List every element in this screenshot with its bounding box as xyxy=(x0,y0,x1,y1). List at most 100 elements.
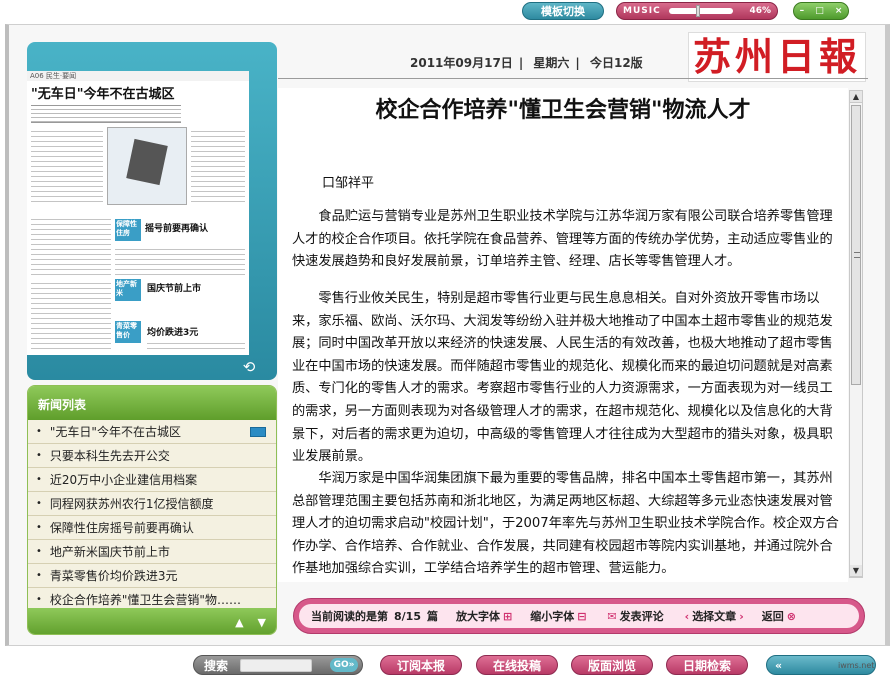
site-credit: iwms.net xyxy=(838,661,875,670)
news-list-footer: ▲ ▼ xyxy=(28,608,276,634)
issue-page-count: 今日12版 xyxy=(589,56,643,70)
comment-button[interactable]: ✉ 发表评论 xyxy=(604,608,663,624)
back-button[interactable]: 返回 ⊗ xyxy=(762,608,796,624)
article-paragraph: 华润万家是中国华润集团旗下最为重要的零售品牌，排名中国本土零售超市第一，其苏州总… xyxy=(292,471,839,577)
news-item-label: "无车日"今年不在古城区 xyxy=(49,425,181,439)
chevron-right-icon: › xyxy=(739,609,744,623)
volume-knob[interactable] xyxy=(696,5,701,17)
thumb-block-label: 地产新米 xyxy=(115,279,141,301)
double-chevron-left-icon: « xyxy=(775,658,783,672)
news-list-panel: 新闻列表 • "无车日"今年不在古城区 • 只要本科生先去开公交 • 近20万中小企业… xyxy=(27,385,277,635)
thumb-map-image xyxy=(107,127,187,205)
issue-weekday: 星期六 xyxy=(533,56,570,70)
bullet-icon: • xyxy=(36,474,42,485)
restore-icon[interactable]: □ xyxy=(815,6,824,16)
newspaper-logo: 苏州日報 xyxy=(688,32,866,82)
thumb-block-label: 保障性住房 xyxy=(115,219,141,241)
bullet-icon: • xyxy=(36,450,42,461)
reading-position-label: 当前阅读的是第 xyxy=(311,610,388,623)
volume-slider[interactable] xyxy=(668,5,733,17)
news-list-item[interactable]: • 只要本科生先去开公交 xyxy=(28,444,276,468)
date-search-button[interactable]: 日期检索 xyxy=(666,655,748,675)
minus-icon: ⊟ xyxy=(577,609,587,623)
zoom-in-button[interactable]: 放大字体 ⊞ xyxy=(456,608,512,624)
thumb-headline: "无车日"今年不在古城区 xyxy=(31,87,175,102)
news-list-item[interactable]: • "无车日"今年不在古城区 xyxy=(28,420,276,444)
article-paragraph: 食品贮运与营销专业是苏州卫生职业技术学院与江苏华润万家有限公司联合培养零售管理人… xyxy=(292,209,833,270)
reading-position-unit: 篇 xyxy=(426,610,438,623)
news-list-title: 新闻列表 xyxy=(28,386,276,420)
volume-percent: 46% xyxy=(749,6,771,16)
news-item-label: 地产新米国庆节前上市 xyxy=(49,545,170,559)
window-controls: – □ × xyxy=(793,2,849,20)
thumb-text-block xyxy=(115,245,245,275)
mail-icon: ✉ xyxy=(607,609,617,623)
minimize-icon[interactable]: – xyxy=(800,6,805,16)
reading-toolbar: 当前阅读的是第 8/15 篇 放大字体 ⊞ 缩小字体 ⊟ ✉ 发表评论 ‹ 选择文章 › … xyxy=(293,598,865,634)
music-control[interactable]: MUSIC 46% xyxy=(616,2,778,20)
news-item-label: 只要本科生先去开公交 xyxy=(49,449,170,463)
search-label: 搜索 xyxy=(204,658,229,673)
news-list-item[interactable]: • 青菜零售价均价跌进3元 xyxy=(28,564,276,588)
template-switch-button[interactable]: 模板切换 xyxy=(522,2,604,20)
search-input[interactable] xyxy=(240,658,313,672)
news-item-label: 近20万中小企业建信用档案 xyxy=(49,473,198,487)
news-item-label: 同程网获苏州农行1亿授信额度 xyxy=(49,497,214,511)
news-list-item[interactable]: • 近20万中小企业建信用档案 xyxy=(28,468,276,492)
news-item-label: 校企合作培养"懂卫生会营销"物…… xyxy=(49,593,241,607)
article-byline: 口邹祥平 xyxy=(322,176,375,191)
subscribe-button[interactable]: 订阅本报 xyxy=(380,655,462,675)
music-label: MUSIC xyxy=(623,6,661,16)
scrollbar-thumb[interactable] xyxy=(851,105,861,385)
refresh-icon[interactable]: ⟲ xyxy=(238,358,260,376)
bottom-toolbar: 搜索 GO» 订阅本报 在线投稿 版面浏览 日期检索 « xyxy=(0,650,892,677)
bullet-icon: • xyxy=(36,594,42,605)
browse-pages-button[interactable]: 版面浏览 xyxy=(571,655,653,675)
plus-icon: ⊞ xyxy=(502,609,513,623)
thumb-block-label: 青菜零售价 xyxy=(115,321,141,343)
close-icon: ⊗ xyxy=(786,609,796,623)
news-list-item[interactable]: • 同程网获苏州农行1亿授信额度 xyxy=(28,492,276,516)
bullet-icon: • xyxy=(36,570,42,581)
date-line: 2011年09月17日 | 星期六 | 今日12版 xyxy=(410,56,643,70)
thumb-text-block xyxy=(191,127,245,205)
search-bar: 搜索 GO» xyxy=(193,655,363,675)
page-thumbnail[interactable]: A06 民生·要闻 "无车日"今年不在古城区 保障性住房 摇号前要再确认 地产新… xyxy=(27,71,249,355)
bullet-icon: • xyxy=(36,546,42,557)
news-list-item[interactable]: • 地产新米国庆节前上市 xyxy=(28,540,276,564)
article-paragraph: 零售行业攸关民生，特别是超市零售行业更与民生息息相关。自对外资放开零售市场以来，… xyxy=(292,291,833,465)
scroll-up-arrow-icon[interactable]: ▲ xyxy=(850,91,862,103)
news-item-label: 青菜零售价均价跌进3元 xyxy=(49,569,178,583)
thumb-text-block xyxy=(31,215,111,275)
article-body: 校企合作培养"懂卫生会营销"物流人才 口邹祥平 食品贮运与营销专业是苏州卫生职业… xyxy=(278,88,848,582)
article-title: 校企合作培养"懂卫生会营销"物流人才 xyxy=(375,98,751,123)
header-divider xyxy=(278,78,868,79)
thumb-page-label: A06 民生·要闻 xyxy=(27,71,249,81)
bullet-icon: • xyxy=(36,522,42,533)
submit-article-button[interactable]: 在线投稿 xyxy=(476,655,558,675)
scroll-down-arrow-icon[interactable]: ▼ xyxy=(850,565,862,577)
chevron-left-icon: ‹ xyxy=(684,609,690,623)
thumb-text-block xyxy=(31,279,111,349)
issue-date: 2011年09月17日 xyxy=(410,56,513,70)
article-scrollbar[interactable]: ▲ ▼ xyxy=(849,90,863,578)
search-go-button[interactable]: GO» xyxy=(330,658,358,672)
thumb-block-title: 均价跌进3元 xyxy=(147,328,199,338)
news-list-item[interactable]: • 保障性住房摇号前要再确认 xyxy=(28,516,276,540)
scroll-down-icon[interactable]: ▼ xyxy=(258,616,266,629)
epaper-app: 模板切换 MUSIC 46% – □ × A06 民生·要闻 "无车日"今年不在… xyxy=(0,0,892,677)
thumb-block-title: 摇号前要再确认 xyxy=(145,224,209,234)
bullet-icon: • xyxy=(36,426,42,437)
thumb-text-block xyxy=(147,339,245,353)
bullet-icon: • xyxy=(36,498,42,509)
news-item-label: 保障性住房摇号前要再确认 xyxy=(49,521,194,535)
thumb-text-block xyxy=(31,127,103,205)
zoom-out-button[interactable]: 缩小字体 ⊟ xyxy=(530,608,586,624)
thumb-block-title: 国庆节前上市 xyxy=(147,284,202,294)
thumb-text-block xyxy=(31,105,181,123)
close-icon[interactable]: × xyxy=(835,6,843,16)
reading-position: 8/15 xyxy=(394,609,421,623)
scroll-up-icon[interactable]: ▲ xyxy=(235,616,243,629)
select-article-button[interactable]: ‹ 选择文章 › xyxy=(682,608,744,624)
image-icon xyxy=(250,426,266,437)
